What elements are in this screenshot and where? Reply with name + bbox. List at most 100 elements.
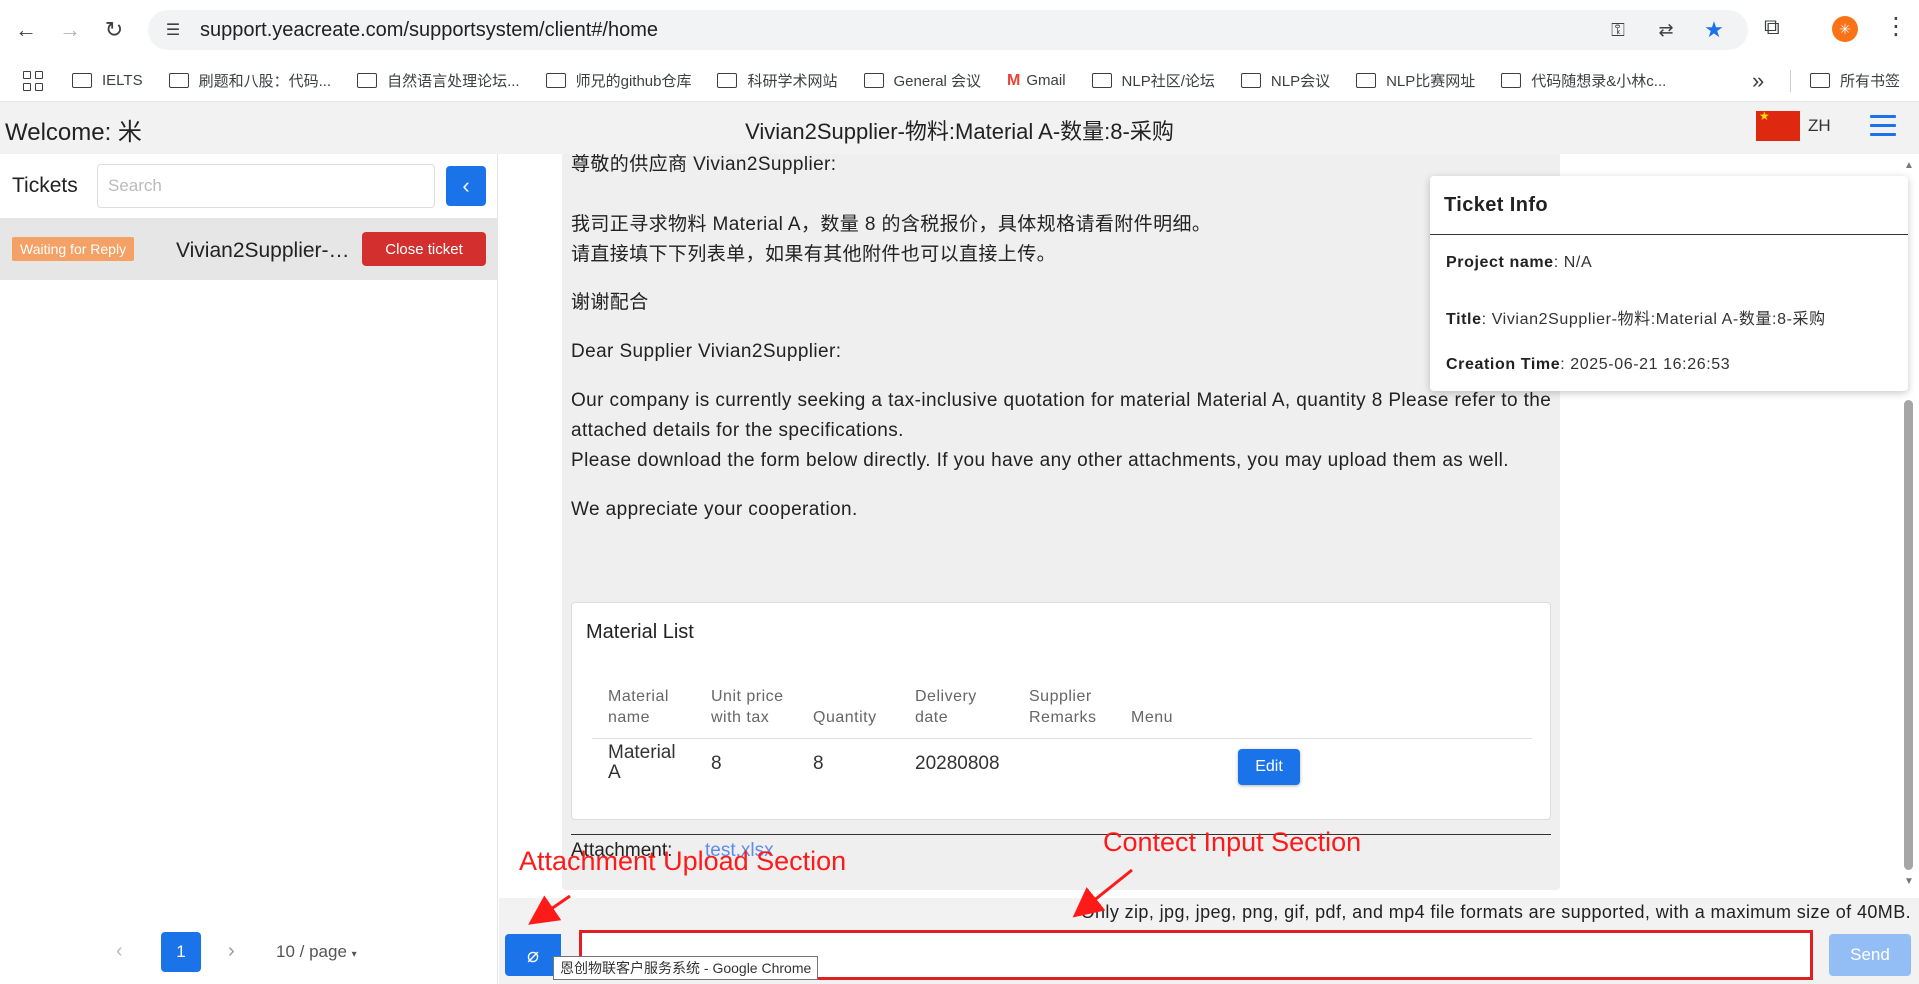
- table-row: Material A 8 8 20280808 Edit: [592, 739, 1532, 797]
- upload-hint-text: Only zip, jpg, jpeg, png, gif, pdf, and …: [1080, 902, 1911, 922]
- status-badge: Waiting for Reply: [12, 237, 135, 261]
- folder-icon: [168, 73, 189, 88]
- folder-icon: [1356, 73, 1377, 88]
- project-name-row: Project name: N/A: [1446, 254, 1593, 271]
- scroll-up-icon[interactable]: ▲: [1904, 160, 1914, 171]
- china-flag-icon[interactable]: [1756, 109, 1800, 141]
- browser-menu-icon[interactable]: ⋮: [1884, 12, 1908, 41]
- password-key-icon[interactable]: ⚿: [1604, 16, 1632, 44]
- folder-icon: [717, 73, 738, 88]
- ticket-search-input[interactable]: [97, 164, 435, 208]
- bookmark-item-gmail[interactable]: M Gmail: [1007, 72, 1066, 90]
- creation-time-row: Creation Time: 2025-06-21 16:26:53: [1446, 356, 1731, 373]
- site-info-icon[interactable]: ☰: [158, 15, 188, 45]
- greeting-cn: 尊敬的供应商 Vivian2Supplier:: [571, 154, 837, 175]
- bookmark-star-icon[interactable]: ★: [1700, 16, 1728, 44]
- title-row: Title: Vivian2Supplier-物料:Material A-数量:…: [1446, 311, 1826, 328]
- column-header: Unit price with tax: [711, 688, 784, 726]
- bookmark-item[interactable]: 刷题和八股：代码...: [168, 70, 331, 91]
- edit-button[interactable]: Edit: [1238, 749, 1300, 785]
- material-list-card: Material List Material name Unit price w…: [571, 602, 1551, 820]
- close-ticket-button[interactable]: Close ticket: [362, 232, 486, 266]
- ticket-info-card: Ticket Info Project name: N/A Title: Viv…: [1430, 176, 1908, 391]
- page-title: Vivian2Supplier-物料:Material A-数量:8-采购: [745, 119, 1174, 144]
- next-page-icon[interactable]: ›: [228, 940, 235, 963]
- cell-delivery-date: 20280808: [915, 753, 1000, 774]
- ticket-list-item[interactable]: Waiting for Reply Vivian2Supplier-物料:Mat…: [0, 218, 498, 280]
- column-header: Supplier Remarks: [1029, 688, 1097, 726]
- ticket-info-divider: [1430, 234, 1908, 235]
- page-size-select[interactable]: 10 / page ▾: [276, 942, 357, 962]
- more-bookmarks-icon[interactable]: »: [1752, 68, 1764, 94]
- address-bar[interactable]: ☰ support.yeacreate.com/supportsystem/cl…: [148, 10, 1748, 50]
- chevron-left-icon: ‹: [462, 173, 470, 198]
- column-header: Material name: [608, 688, 669, 726]
- ticket-info-title: Ticket Info: [1444, 194, 1549, 216]
- body-en-1: Our company is currently seeking a tax-i…: [571, 390, 1552, 441]
- body-cn-2: 请直接填下下列表单，如果有其他附件也可以直接上传。: [571, 244, 1057, 265]
- app-header: Welcome: 米 Vivian2Supplier-物料:Material A…: [0, 102, 1919, 154]
- apps-grid-icon[interactable]: [20, 68, 46, 94]
- hamburger-menu-icon[interactable]: [1870, 115, 1896, 142]
- cell-quantity: 8: [813, 753, 824, 774]
- bookmark-item[interactable]: 代码随想录&小林c...: [1501, 70, 1666, 91]
- all-bookmarks[interactable]: 所有书签: [1810, 70, 1900, 91]
- content-annotation: Contect Input Section: [1103, 827, 1362, 857]
- language-label[interactable]: ZH: [1808, 116, 1831, 136]
- bookmark-item[interactable]: 科研学术网站: [717, 70, 838, 91]
- ticket-name[interactable]: Vivian2Supplier-物料:Material A-数量:8-采购: [176, 234, 354, 264]
- folder-icon: [72, 73, 92, 88]
- reload-icon[interactable]: ↻: [96, 12, 132, 48]
- scrollbar-thumb[interactable]: [1904, 400, 1913, 870]
- column-header: Delivery date: [915, 688, 977, 726]
- ticket-sidebar: Tickets ‹ Waiting for Reply Vivian2Suppl…: [0, 154, 498, 984]
- greeting-en: Dear Supplier Vivian2Supplier:: [571, 341, 842, 362]
- url-text[interactable]: support.yeacreate.com/supportsystem/clie…: [200, 19, 658, 42]
- gmail-icon: M: [1007, 71, 1021, 89]
- chat-scrollbar[interactable]: ▲ ▼: [1902, 160, 1916, 888]
- bookmark-item[interactable]: NLP社区/论坛: [1091, 70, 1215, 91]
- column-header: Quantity: [813, 709, 877, 726]
- extensions-icon[interactable]: ⧉: [1764, 14, 1780, 40]
- bookmark-item[interactable]: General 会议: [863, 70, 981, 91]
- pagination: ‹ 1 › 10 / page ▾: [0, 932, 498, 972]
- thanks-en: We appreciate your cooperation.: [571, 499, 858, 520]
- folder-icon: [1240, 73, 1261, 88]
- tickets-label: Tickets: [12, 174, 78, 197]
- bookmarks-bar: IELTS 刷题和八股：代码... 自然语言处理论坛... 师兄的github仓…: [0, 60, 1919, 102]
- folder-icon: [1501, 73, 1522, 88]
- cell-unit-price: 8: [711, 753, 722, 774]
- bookmark-item[interactable]: NLP会议: [1240, 70, 1330, 91]
- browser-toolbar: ← → ↻ ☰ support.yeacreate.com/supportsys…: [0, 0, 1919, 60]
- table-header: Material name Unit price with tax Quanti…: [592, 677, 1532, 739]
- bookmark-item[interactable]: 师兄的github仓库: [545, 70, 691, 91]
- bookmark-item[interactable]: NLP比赛网址: [1356, 70, 1475, 91]
- profile-avatar[interactable]: ✳: [1832, 16, 1858, 42]
- attachment-divider: [571, 834, 1551, 835]
- attachment-annotation: Attachment Upload Section: [519, 846, 847, 876]
- window-title-tooltip: 恩创物联客户服务系统 - Google Chrome: [553, 956, 819, 980]
- bookmark-item[interactable]: 自然语言处理论坛...: [357, 70, 520, 91]
- folder-icon: [357, 73, 378, 88]
- scroll-down-icon[interactable]: ▼: [1904, 876, 1914, 887]
- forward-icon[interactable]: →: [52, 12, 88, 48]
- message-text: 尊敬的供应商 Vivian2Supplier: 我司正寻求物料 Material…: [571, 154, 1555, 525]
- back-icon[interactable]: ←: [8, 12, 44, 48]
- caret-down-icon: ▾: [351, 949, 357, 960]
- material-list-title: Material List: [586, 621, 694, 643]
- folder-icon: [1810, 73, 1830, 88]
- bookmarks-divider: [1790, 70, 1791, 92]
- folder-icon: [545, 73, 566, 88]
- thanks-cn: 谢谢配合: [571, 292, 649, 313]
- folder-icon: [1091, 73, 1112, 88]
- send-button[interactable]: Send: [1829, 934, 1911, 976]
- folder-icon: [863, 73, 884, 88]
- paperclip-icon: ⌀: [526, 944, 540, 967]
- body-cn-1: 我司正寻求物料 Material A，数量 8 的含税报价，具体规格请看附件明细…: [571, 214, 1212, 235]
- column-header: Menu: [1131, 709, 1174, 726]
- prev-page-icon[interactable]: ‹: [116, 940, 123, 963]
- bookmark-item[interactable]: IELTS: [72, 72, 143, 89]
- translate-icon[interactable]: ⇄: [1652, 16, 1680, 44]
- page-number-button[interactable]: 1: [161, 932, 201, 972]
- collapse-sidebar-button[interactable]: ‹: [446, 166, 486, 206]
